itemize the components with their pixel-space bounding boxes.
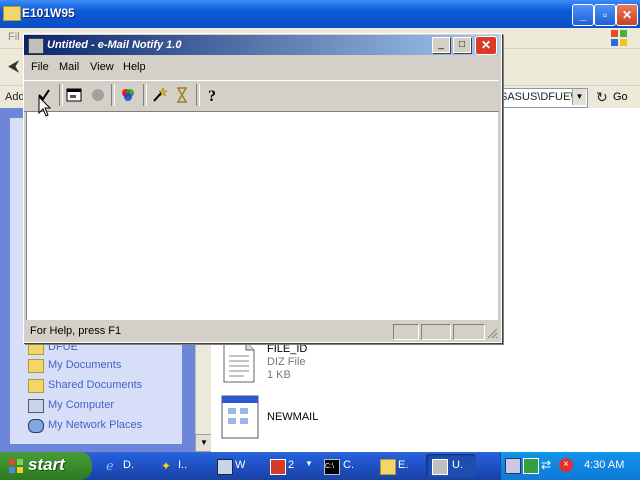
colors-icon xyxy=(122,89,134,101)
taskbar-label: 2 xyxy=(288,459,295,471)
help-button[interactable]: ? xyxy=(202,84,224,106)
ie-icon: ℯ xyxy=(106,458,114,473)
place-link-my-computer[interactable]: My Computer xyxy=(48,399,114,411)
place-link-my-network-places[interactable]: My Network Places xyxy=(48,419,142,431)
start-label: start xyxy=(28,455,65,474)
toolbar-separator xyxy=(111,84,115,106)
window-button[interactable] xyxy=(63,84,85,106)
chevron-down-icon[interactable]: ▼ xyxy=(305,459,313,468)
file-name[interactable]: FILE_ID xyxy=(267,343,307,355)
toolbar-separator xyxy=(143,84,147,106)
close-button[interactable]: ✕ xyxy=(616,4,638,26)
computer-icon xyxy=(28,399,44,413)
status-pane xyxy=(453,324,485,340)
windows-logo-icon xyxy=(611,30,627,46)
status-pane xyxy=(421,324,451,340)
place-link-shared-documents[interactable]: Shared Documents xyxy=(48,379,142,391)
file-size: 1 KB xyxy=(267,369,291,381)
mouse-pointer-icon xyxy=(38,96,52,117)
antivirus-icon[interactable]: × xyxy=(559,458,573,472)
menu-help[interactable]: Help xyxy=(123,61,146,73)
sync-icon[interactable]: ⇄ xyxy=(541,458,555,472)
maximize-button[interactable]: ▫ xyxy=(594,4,616,26)
folder-icon xyxy=(28,379,44,393)
wand-icon xyxy=(153,87,167,102)
go-button[interactable]: Go xyxy=(613,91,628,103)
windows-logo-icon xyxy=(9,459,23,473)
app-close-button[interactable]: ✕ xyxy=(475,36,497,55)
application-file-icon[interactable] xyxy=(220,394,260,440)
explorer-title: E101W95 xyxy=(22,6,75,20)
go-icon[interactable]: ↻ xyxy=(596,89,608,106)
hourglass-icon xyxy=(177,87,187,103)
window-icon xyxy=(66,88,82,102)
place-link-my-documents[interactable]: My Documents xyxy=(48,359,121,371)
file-type: DIZ File xyxy=(267,356,306,368)
chevron-down-icon[interactable]: ▼ xyxy=(572,89,586,105)
clock: 4:30 AM xyxy=(584,459,625,471)
taskbar-label: W xyxy=(235,459,246,471)
minimize-button[interactable]: _ xyxy=(572,4,594,26)
status-icon[interactable] xyxy=(523,458,539,474)
mail-notify-icon xyxy=(28,38,44,54)
console-icon: C:\ xyxy=(324,459,340,475)
explorer-titlebar[interactable] xyxy=(0,0,640,28)
folder-icon xyxy=(380,459,396,475)
computer-icon xyxy=(217,459,233,475)
menu-file[interactable]: Fil xyxy=(8,31,20,43)
menu-mail[interactable]: Mail xyxy=(59,61,79,73)
status-pane xyxy=(393,324,419,340)
file-name[interactable]: NEWMAIL xyxy=(267,411,318,423)
network-icon xyxy=(28,419,44,433)
taskbar-label: C. xyxy=(343,459,354,471)
mail-notify-icon xyxy=(432,459,448,475)
tool-icon: ✦ xyxy=(161,459,172,473)
app-client-area[interactable] xyxy=(26,111,498,320)
taskbar-label: U. xyxy=(452,459,463,471)
taskbar-label: D. xyxy=(123,459,134,471)
record-button[interactable] xyxy=(87,84,109,106)
svg-text:?: ? xyxy=(208,88,216,104)
folder-icon xyxy=(28,341,44,355)
timer-button[interactable] xyxy=(171,84,193,106)
wand-button[interactable] xyxy=(148,84,170,106)
circle-icon xyxy=(92,89,104,101)
menu-view[interactable]: View xyxy=(90,61,114,73)
app-maximize-button[interactable]: □ xyxy=(453,37,471,53)
folder-icon xyxy=(3,6,21,21)
folder-icon xyxy=(28,359,44,373)
help-icon: ? xyxy=(208,88,216,104)
address-label: Add xyxy=(5,91,25,103)
mail-notify-title: Untitled - e-Mail Notify 1.0 xyxy=(47,39,182,51)
app-icon xyxy=(270,459,286,475)
colors-button[interactable] xyxy=(117,84,139,106)
text-file-icon[interactable] xyxy=(222,340,256,384)
resize-grip-icon[interactable] xyxy=(486,327,498,339)
app-minimize-button[interactable]: _ xyxy=(432,37,450,53)
toolbar-separator xyxy=(196,84,200,106)
taskbar-label: E. xyxy=(398,459,409,471)
address-value: SASUS\DFUE\E xyxy=(500,91,572,103)
taskbar-label: I.. xyxy=(178,459,188,471)
network-icon[interactable] xyxy=(505,458,521,474)
menu-file[interactable]: File xyxy=(31,61,49,73)
status-text: For Help, press F1 xyxy=(30,325,122,337)
